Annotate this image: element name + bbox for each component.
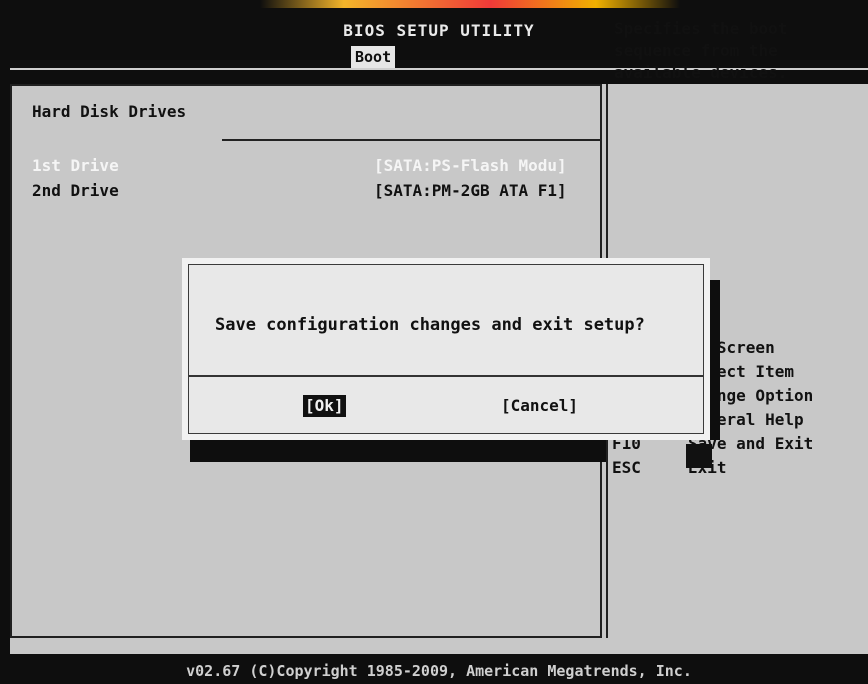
selection-highlight [686, 444, 712, 468]
bios-screen: BIOS SETUP UTILITY Boot Hard Disk Drives… [0, 0, 868, 684]
help-text: Specifies the boot sequence from the ava… [614, 19, 788, 82]
tab-boot[interactable]: Boot [351, 46, 396, 68]
dialog-divider [189, 375, 703, 377]
dialog-message: Save configuration changes and exit setu… [215, 315, 645, 335]
dialog-frame: Save configuration changes and exit setu… [188, 264, 704, 434]
shortcut-exit: ESC Exit [612, 458, 862, 482]
section-title: Hard Disk Drives [32, 102, 187, 121]
drive-2-label[interactable]: 2nd Drive [32, 181, 119, 200]
confirm-dialog: Save configuration changes and exit setu… [182, 258, 710, 440]
ok-button[interactable]: [Ok] [303, 395, 346, 417]
copyright-footer: v02.67 (C)Copyright 1985-2009, American … [186, 662, 692, 680]
dialog-shadow-bottom [190, 440, 606, 462]
drive-1-label[interactable]: 1st Drive [32, 156, 119, 175]
cancel-button[interactable]: [Cancel] [501, 395, 578, 417]
drive-1-value[interactable]: [SATA:PS-Flash Modu] [374, 156, 567, 175]
shortcut-key: ESC [612, 458, 641, 477]
top-watermark-strip [260, 0, 680, 8]
section-divider [222, 139, 602, 141]
drive-2-value[interactable]: [SATA:PM-2GB ATA F1] [374, 181, 567, 200]
